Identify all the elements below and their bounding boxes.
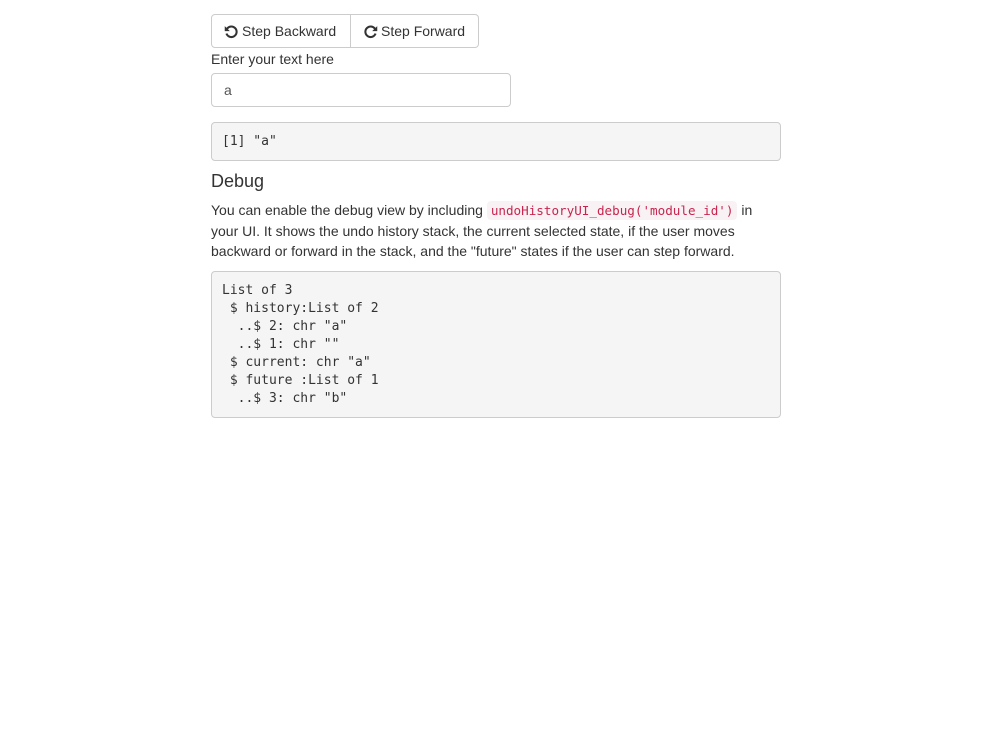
debug-structure-output: List of 3 $ history:List of 2 ..$ 2: chr…	[211, 271, 781, 418]
step-forward-label: Step Forward	[381, 23, 466, 39]
text-output: [1] "a"	[211, 122, 781, 161]
redo-icon	[363, 24, 378, 39]
step-forward-button[interactable]: Step Forward	[351, 14, 479, 48]
undo-history-app: Step Backward Step Forward Enter your te…	[211, 14, 781, 418]
step-backward-label: Step Backward	[242, 23, 337, 39]
text-input[interactable]	[211, 73, 511, 107]
text-input-label: Enter your text here	[211, 51, 334, 67]
debug-heading: Debug	[211, 171, 265, 191]
undo-icon	[224, 24, 239, 39]
debug-description-before: You can enable the debug view by includi…	[211, 202, 487, 218]
debug-function-code: undoHistoryUI_debug('module_id')	[486, 201, 738, 220]
step-backward-button[interactable]: Step Backward	[211, 14, 351, 48]
undo-redo-button-group: Step Backward Step Forward	[211, 14, 479, 48]
debug-description: You can enable the debug view by includi…	[211, 200, 781, 261]
